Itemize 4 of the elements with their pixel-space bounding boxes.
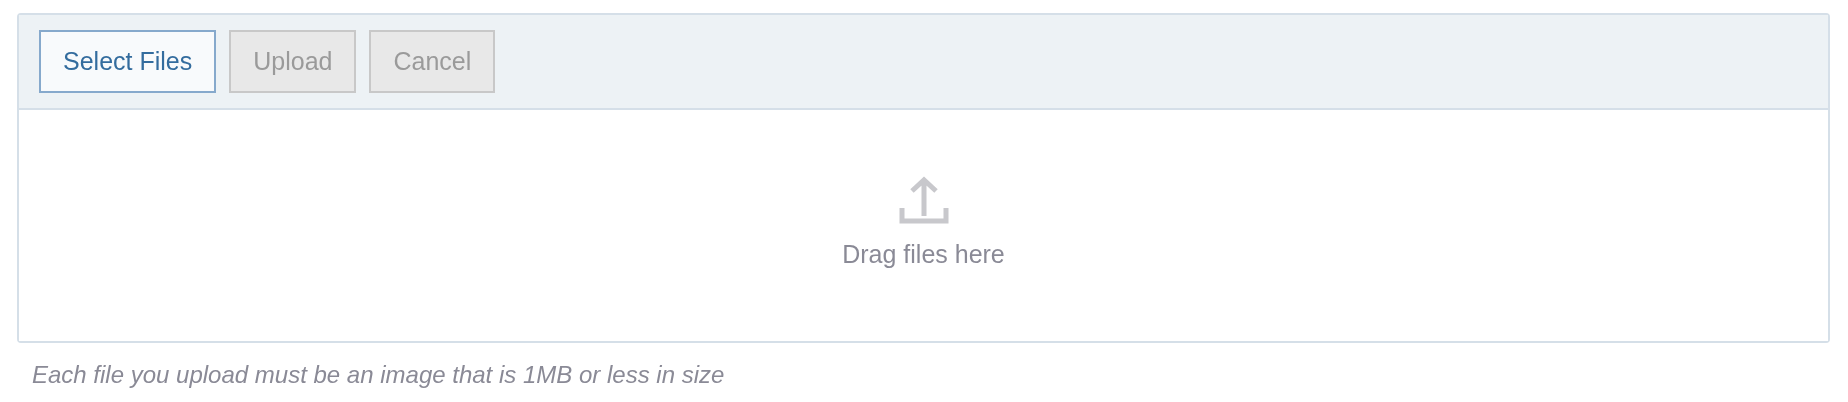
- select-files-button[interactable]: Select Files: [39, 30, 217, 93]
- drop-label: Drag files here: [842, 239, 1005, 270]
- upload-icon: [898, 176, 949, 224]
- hint-text: Each file you upload must be an image that is 1MB or less in size: [32, 360, 726, 390]
